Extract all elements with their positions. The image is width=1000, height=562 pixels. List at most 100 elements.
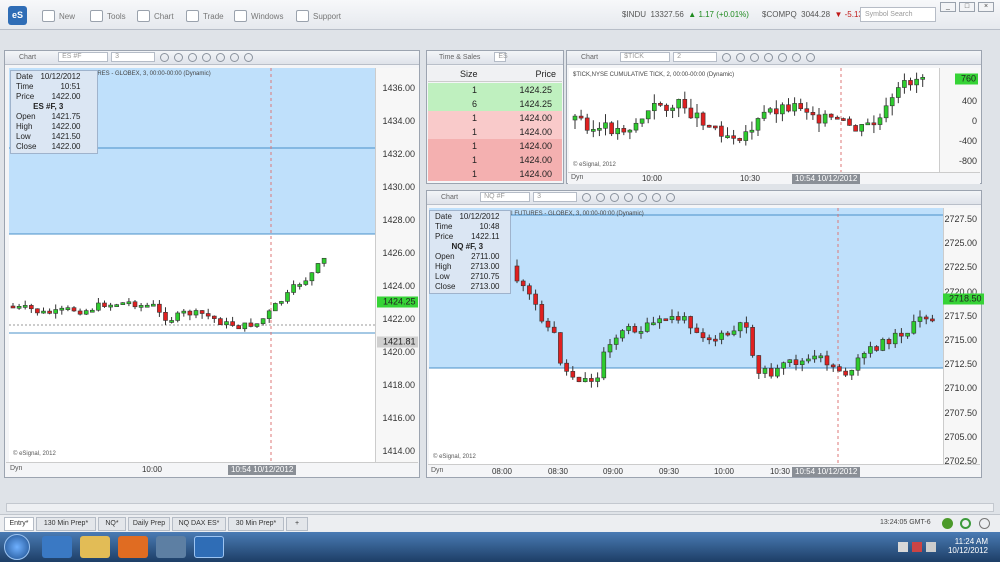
- refresh-icon[interactable]: [960, 518, 971, 529]
- time-sales-row[interactable]: 1 1424.00: [428, 139, 562, 153]
- candle-body: [620, 330, 625, 339]
- zoom-out-icon[interactable]: [188, 52, 198, 62]
- candle-body: [877, 117, 883, 125]
- help-icon[interactable]: [979, 518, 990, 529]
- clock-icon[interactable]: [722, 52, 732, 62]
- time-sales-row[interactable]: 1 1424.00: [428, 111, 562, 125]
- tick-chart-titlebar[interactable]: Chart $TICK 2: [567, 51, 981, 65]
- maximize-button[interactable]: □: [959, 2, 975, 12]
- zoom-out-icon[interactable]: [610, 192, 620, 202]
- time-sales-row[interactable]: 1 1424.00: [428, 153, 562, 167]
- candle-body: [743, 131, 749, 141]
- windows-icon: [234, 10, 247, 22]
- flag-icon[interactable]: [912, 542, 922, 552]
- ticker-indu[interactable]: $INDU 13327.56 ▲ 1.17 (+0.01%): [622, 10, 749, 19]
- time-sales-row[interactable]: 6 1424.25: [428, 97, 562, 111]
- zoom-in-icon[interactable]: [624, 192, 634, 202]
- trade-price: 1424.00: [519, 155, 552, 165]
- tab-3[interactable]: Daily Prep: [128, 517, 170, 531]
- play-icon[interactable]: [216, 52, 226, 62]
- clock-icon[interactable]: [582, 192, 592, 202]
- new-button[interactable]: New: [42, 9, 75, 23]
- play-icon[interactable]: [778, 52, 788, 62]
- trade-button[interactable]: Trade: [186, 9, 224, 23]
- tab-0[interactable]: Entry*: [4, 517, 34, 531]
- symbol-search-input[interactable]: Symbol Search: [860, 7, 936, 22]
- candle-body: [676, 99, 681, 109]
- candle-body: [272, 303, 278, 312]
- tab-6[interactable]: +: [286, 517, 308, 531]
- dynamic-toggle[interactable]: Dyn: [431, 467, 443, 474]
- time-sales-row[interactable]: 1 1424.25: [428, 83, 562, 97]
- time-sales-row[interactable]: 1 1424.00: [428, 125, 562, 139]
- symbol-select[interactable]: ES: [494, 52, 508, 63]
- volume-icon[interactable]: [926, 542, 936, 552]
- tab-1[interactable]: 130 Min Prep*: [36, 517, 96, 531]
- pencil-icon[interactable]: [736, 52, 746, 62]
- network-icon[interactable]: [898, 542, 908, 552]
- ticker-price: 13327.56: [650, 10, 684, 19]
- internet-explorer-icon[interactable]: [42, 536, 72, 558]
- link-icon[interactable]: [666, 192, 676, 202]
- minimize-button[interactable]: _: [940, 2, 956, 12]
- link-icon[interactable]: [806, 52, 816, 62]
- close-button[interactable]: ×: [978, 2, 994, 12]
- dynamic-toggle[interactable]: Dyn: [10, 465, 22, 472]
- back-icon[interactable]: [652, 192, 662, 202]
- nq-time-axis[interactable]: Dyn 08:00 08:30 09:00 09:30 10:00 10:30 …: [428, 464, 980, 477]
- symbol-select[interactable]: NQ #F: [480, 192, 531, 203]
- es-price-axis[interactable]: 1436.00 1434.00 1432.00 1430.00 1428.00 1426.…: [375, 68, 419, 462]
- tick-plot-area[interactable]: $TICK,NYSE CUMULATIVE TICK, 2, 00:00-00:…: [569, 68, 939, 172]
- zoom-in-icon[interactable]: [202, 52, 212, 62]
- zoom-in-icon[interactable]: [764, 52, 774, 62]
- tab-2[interactable]: NQ*: [98, 517, 126, 531]
- candle-body: [108, 304, 113, 308]
- candle-body: [321, 257, 327, 264]
- candle-body: [837, 366, 842, 372]
- back-icon[interactable]: [230, 52, 240, 62]
- remote-desktop-icon[interactable]: [156, 536, 186, 558]
- media-player-icon[interactable]: [118, 536, 148, 558]
- symbol-select[interactable]: $TICK: [620, 52, 671, 63]
- windows-button[interactable]: Windows: [234, 9, 283, 23]
- cursor-time-badge: 10:54 10/12/2012: [792, 467, 861, 477]
- es-chart-titlebar[interactable]: Chart ES #F 3: [5, 51, 419, 65]
- candle-body: [841, 118, 846, 121]
- nq-price-axis[interactable]: 2727.50 2725.00 2722.50 2720.00 2717.50 2715.…: [943, 208, 981, 466]
- esignal-logo[interactable]: eS: [8, 6, 27, 25]
- tab-5[interactable]: 30 Min Prep*: [228, 517, 284, 531]
- play-icon[interactable]: [638, 192, 648, 202]
- interval-select[interactable]: 3: [111, 52, 156, 63]
- column-size[interactable]: Size: [460, 69, 478, 79]
- candle-body: [242, 322, 248, 330]
- connection-status-icon[interactable]: [942, 518, 953, 529]
- clock-icon[interactable]: [160, 52, 170, 62]
- chart-label: Chart: [154, 11, 174, 21]
- symbol-select[interactable]: ES #F: [58, 52, 109, 63]
- pencil-icon[interactable]: [174, 52, 184, 62]
- tab-4[interactable]: NQ DAX ES*: [172, 517, 226, 531]
- interval-select[interactable]: 2: [673, 52, 718, 63]
- chart-button[interactable]: Chart: [137, 9, 174, 23]
- link-icon[interactable]: [244, 52, 254, 62]
- support-button[interactable]: Support: [296, 9, 341, 23]
- y-tick-label: 1416.00: [382, 413, 415, 423]
- pencil-icon[interactable]: [596, 192, 606, 202]
- interval-select[interactable]: 3: [533, 192, 578, 203]
- dynamic-toggle[interactable]: Dyn: [571, 174, 583, 181]
- column-price[interactable]: Price: [535, 69, 556, 79]
- system-clock[interactable]: 11:24 AM 10/12/2012: [944, 537, 988, 555]
- esignal-taskbar-icon[interactable]: [194, 536, 224, 558]
- back-icon[interactable]: [792, 52, 802, 62]
- new-icon: [42, 10, 55, 22]
- zoom-out-icon[interactable]: [750, 52, 760, 62]
- time-sales-titlebar[interactable]: Time & Sales ES: [427, 51, 563, 65]
- start-button[interactable]: [4, 534, 30, 560]
- tick-time-axis[interactable]: Dyn 10:00 10:30 10:54 10/12/2012: [568, 172, 980, 184]
- tools-button[interactable]: Tools: [90, 9, 126, 23]
- time-sales-row[interactable]: 1 1424.00: [428, 167, 562, 181]
- file-explorer-icon[interactable]: [80, 536, 110, 558]
- nq-chart-titlebar[interactable]: Chart NQ #F 3: [427, 191, 981, 205]
- workspace-scrollbar[interactable]: [6, 503, 994, 512]
- es-time-axis[interactable]: Dyn 10:00 10:54 10/12/2012: [6, 462, 418, 477]
